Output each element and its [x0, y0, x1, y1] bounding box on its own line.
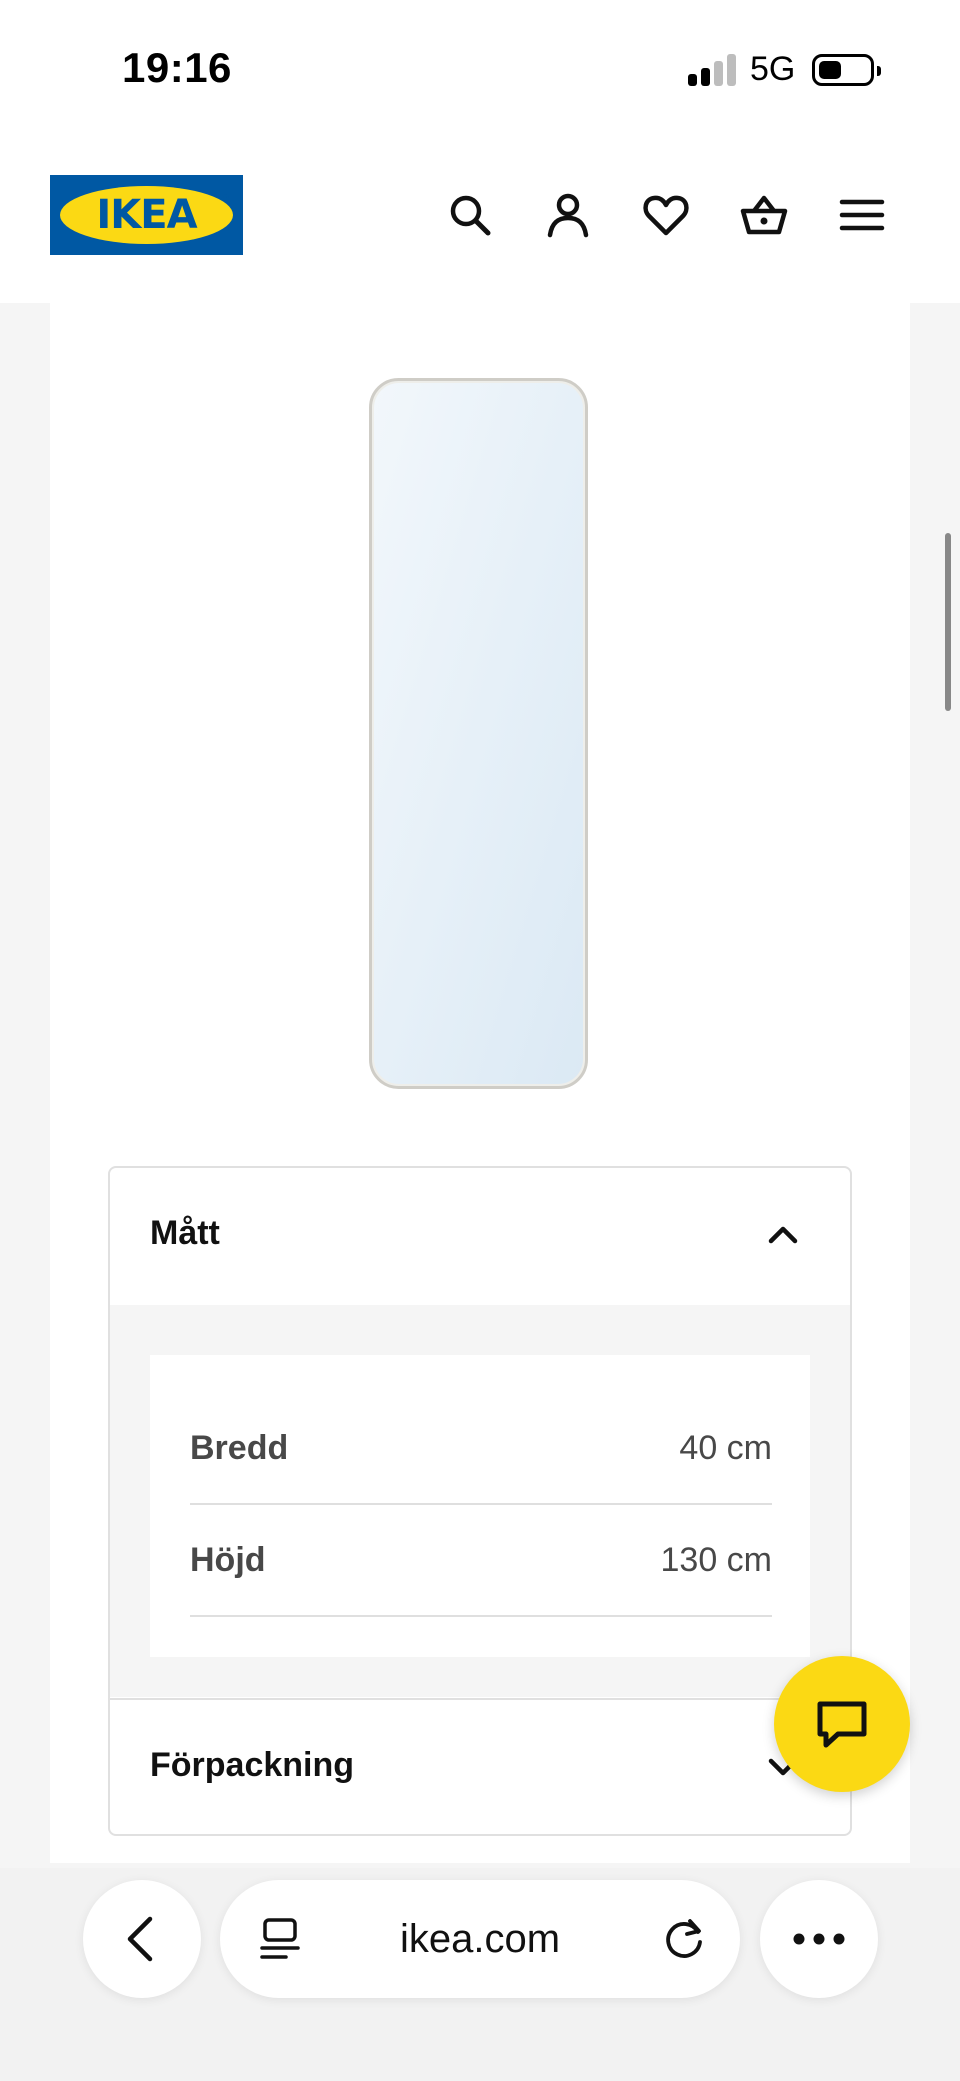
chat-button[interactable]: [774, 1656, 910, 1792]
dimension-label: Höjd: [190, 1541, 266, 1579]
address-bar[interactable]: ikea.com: [220, 1880, 740, 1998]
site-header: IKEA ®: [0, 140, 960, 303]
browser-toolbar: ikea.com: [0, 1868, 960, 2081]
dimension-row-height: Höjd 130 cm: [190, 1503, 772, 1617]
packaging-title: Förpackning: [150, 1746, 355, 1784]
ikea-logo[interactable]: IKEA ®: [50, 175, 243, 255]
more-button[interactable]: [760, 1880, 878, 1998]
battery-icon: [812, 54, 881, 86]
dimensions-panel: Bredd 40 cm Höjd 130 cm: [110, 1305, 850, 1697]
chat-icon: [817, 1701, 867, 1748]
dimension-row-width: Bredd 40 cm: [190, 1391, 772, 1505]
dimension-value: 40 cm: [679, 1429, 772, 1467]
logo-text: IKEA: [96, 192, 197, 238]
dimensions-title: Mått: [150, 1214, 220, 1252]
back-button[interactable]: [83, 1880, 201, 1998]
menu-icon[interactable]: [837, 190, 887, 240]
reload-icon[interactable]: [662, 1916, 708, 1962]
status-time: 19:16: [122, 44, 232, 91]
search-icon[interactable]: [445, 190, 495, 240]
heart-icon[interactable]: [641, 190, 691, 240]
product-details-accordion: Mått Bredd 40 cm Höjd 130 cm Förpackning: [108, 1166, 852, 1836]
back-icon: [127, 1916, 153, 1962]
page-scrollbar[interactable]: [945, 533, 951, 711]
dimension-label: Bredd: [190, 1429, 289, 1467]
status-bar: 19:16 5G: [0, 0, 960, 140]
account-icon[interactable]: [543, 190, 593, 240]
signal-icon: [688, 54, 736, 86]
dimension-value: 130 cm: [660, 1541, 773, 1579]
basket-icon[interactable]: [739, 190, 789, 240]
packaging-header[interactable]: Förpackning: [110, 1700, 850, 1834]
mirror-product-image[interactable]: [369, 378, 588, 1089]
network-label: 5G: [750, 50, 796, 88]
dimensions-header[interactable]: Mått: [110, 1168, 850, 1304]
more-icon: [793, 1933, 845, 1945]
chevron-up-icon: [768, 1226, 798, 1244]
dimensions-table: Bredd 40 cm Höjd 130 cm: [150, 1355, 810, 1657]
